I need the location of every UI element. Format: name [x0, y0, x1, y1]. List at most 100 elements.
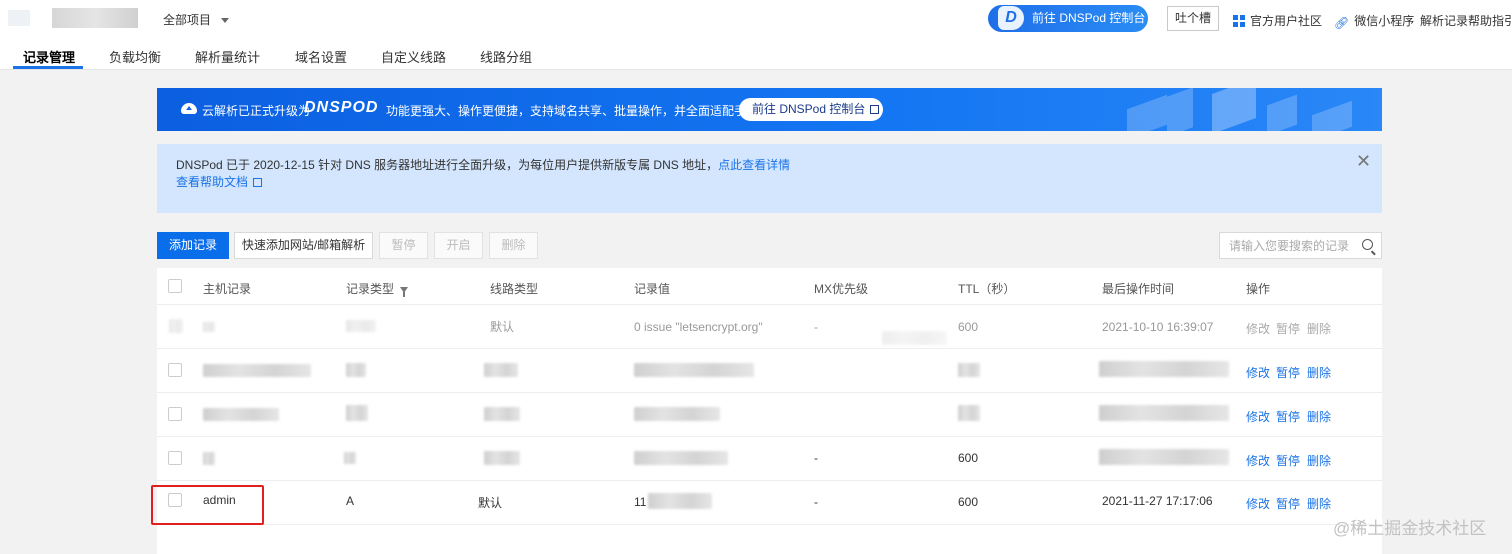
goto-console-label: 前往 DNSPod 控制台 — [1032, 11, 1146, 25]
tab-domain-settings[interactable]: 域名设置 — [295, 47, 347, 66]
notice-detail-link[interactable]: 点此查看详情 — [718, 158, 790, 172]
banner-text: 云解析已正式升级为 — [202, 104, 311, 118]
table-header: 主机记录 记录类型 线路类型 记录值 MX优先级 TTL（秒） 最后操作时间 操… — [157, 268, 1382, 305]
tab-load-balance[interactable]: 负载均衡 — [109, 47, 161, 66]
notice-text-line: DNSPod 已于 2020-12-15 针对 DNS 服务器地址进行全面升级，… — [176, 156, 790, 173]
pause-button[interactable]: 暂停 — [379, 232, 428, 259]
value-cell: 0 issue "letsencrypt.org" — [634, 320, 763, 334]
row-checkbox[interactable] — [168, 407, 182, 421]
upgrade-banner: 云解析已正式升级为 DNSPOD 功能更强大、操作更便捷，支持域名共享、批量操作… — [157, 88, 1382, 131]
mx-cell: - — [814, 495, 818, 509]
tab-line-groups[interactable]: 线路分组 — [480, 47, 532, 66]
header-ops: 操作 — [1246, 282, 1271, 296]
delete-link[interactable]: 删除 — [1307, 408, 1331, 425]
miniprogram-icon: 🔗︎ — [1334, 16, 1350, 30]
help-doc-label: 查看帮助文档 — [176, 175, 249, 189]
header-line: 线路类型 — [490, 282, 539, 296]
cloud-upload-icon — [181, 103, 197, 114]
ttl-cell: 600 — [958, 451, 979, 465]
banner-description: 功能更强大、操作更便捷，支持域名共享、批量操作，并全面适配手机端 — [386, 104, 771, 118]
pause-link[interactable]: 暂停 — [1276, 364, 1300, 381]
delete-link[interactable]: 删除 — [1307, 452, 1331, 469]
header-host: 主机记录 — [203, 282, 252, 296]
tab-custom-lines[interactable]: 自定义线路 — [381, 47, 446, 66]
header-type[interactable]: 记录类型 — [346, 280, 409, 297]
project-selector-label: 全部项目 — [163, 13, 212, 27]
table-row: 修改 暂停 删除 — [157, 393, 1382, 437]
logo — [8, 10, 30, 26]
tab-resolution-stats[interactable]: 解析量统计 — [195, 47, 260, 66]
header-ttl: TTL（秒） — [958, 282, 1016, 296]
delete-link[interactable]: 删除 — [1307, 320, 1331, 337]
line-cell: 默认 — [490, 320, 515, 334]
ttl-cell: 600 — [958, 320, 979, 334]
search-icon[interactable] — [1362, 239, 1373, 250]
table-row: - 600 修改 暂停 删除 — [157, 437, 1382, 481]
highlight-box — [151, 485, 264, 525]
miniprogram-label: 微信小程序 — [1354, 14, 1415, 28]
feedback-button[interactable]: 吐个槽 — [1167, 6, 1219, 31]
header-value: 记录值 — [634, 282, 671, 296]
community-label: 官方用户社区 — [1250, 14, 1323, 28]
row-checkbox[interactable] — [168, 451, 182, 465]
header-type-label: 记录类型 — [346, 282, 395, 296]
pause-link[interactable]: 暂停 — [1276, 408, 1300, 425]
miniprogram-link[interactable]: 🔗︎ 微信小程序 — [1334, 12, 1414, 30]
dnspod-logo-icon: D — [998, 6, 1024, 30]
search-input[interactable] — [1220, 233, 1350, 258]
tab-record-management[interactable]: 记录管理 — [23, 47, 75, 66]
watermark: @稀土掘金技术社区 — [1333, 519, 1487, 538]
table-row: 默认 0 issue "letsencrypt.org" - 600 2021-… — [157, 305, 1382, 349]
help-doc-link[interactable]: 查看帮助文档 — [176, 173, 263, 190]
value-cell: 11 — [634, 495, 647, 509]
edit-link[interactable]: 修改 — [1246, 364, 1270, 381]
top-bar: 全部项目 D 前往 DNSPod 控制台 吐个槽 官方用户社区 🔗︎ 微信小程序 … — [0, 0, 1512, 70]
goto-dnspod-console-button[interactable]: D 前往 DNSPod 控制台 — [988, 5, 1148, 32]
type-cell: A — [346, 494, 355, 508]
record-search — [1219, 232, 1382, 259]
select-all-checkbox[interactable] — [168, 279, 182, 293]
time-cell: 2021-10-10 16:39:07 — [1102, 320, 1214, 334]
header-mx: MX优先级 — [814, 282, 869, 296]
close-icon[interactable]: ✕ — [1356, 152, 1371, 170]
notice-text: DNSPod 已于 2020-12-15 针对 DNS 服务器地址进行全面升级，… — [176, 158, 719, 172]
enable-button[interactable]: 开启 — [434, 232, 483, 259]
edit-link[interactable]: 修改 — [1246, 495, 1270, 512]
quick-add-button[interactable]: 快速添加网站/邮箱解析 — [234, 232, 373, 259]
mx-cell: - — [814, 451, 818, 465]
table-row: admin A 默认 11 - 600 2021-11-27 17:17:06 … — [157, 481, 1382, 525]
external-link-icon — [253, 178, 263, 187]
records-table: 主机记录 记录类型 线路类型 记录值 MX优先级 TTL（秒） 最后操作时间 操… — [157, 268, 1382, 554]
edit-link[interactable]: 修改 — [1246, 320, 1270, 337]
delete-link[interactable]: 删除 — [1307, 364, 1331, 381]
filter-icon[interactable] — [400, 287, 409, 297]
project-selector[interactable]: 全部项目 — [163, 11, 230, 28]
ttl-cell: 600 — [958, 495, 979, 509]
decorative-cubes-illustration — [1107, 88, 1382, 131]
dnspod-brand: DNSPOD — [304, 99, 379, 116]
community-link[interactable]: 官方用户社区 — [1233, 12, 1322, 29]
pause-link[interactable]: 暂停 — [1276, 452, 1300, 469]
header-time: 最后操作时间 — [1102, 282, 1175, 296]
account-name-redacted — [52, 8, 138, 28]
caret-down-icon — [221, 18, 230, 24]
mx-cell: - — [814, 320, 818, 334]
banner-goto-console-button[interactable]: 前往 DNSPod 控制台 — [739, 98, 883, 121]
line-cell: 默认 — [478, 496, 503, 510]
table-row: 修改 暂停 删除 — [157, 349, 1382, 393]
add-record-button[interactable]: 添加记录 — [157, 232, 229, 259]
edit-link[interactable]: 修改 — [1246, 452, 1270, 469]
grid-icon — [1233, 15, 1245, 27]
edit-link[interactable]: 修改 — [1246, 408, 1270, 425]
pause-link[interactable]: 暂停 — [1276, 495, 1300, 512]
pause-link[interactable]: 暂停 — [1276, 320, 1300, 337]
help-guide-link[interactable]: 解析记录帮助指引 | — [1420, 12, 1512, 29]
delete-link[interactable]: 删除 — [1307, 495, 1331, 512]
active-tab-indicator — [13, 66, 83, 69]
external-link-icon — [870, 105, 880, 114]
delete-button[interactable]: 删除 — [489, 232, 538, 259]
dns-upgrade-notice: DNSPod 已于 2020-12-15 针对 DNS 服务器地址进行全面升级，… — [157, 144, 1382, 213]
row-checkbox[interactable] — [168, 363, 182, 377]
time-cell: 2021-11-27 17:17:06 — [1102, 494, 1213, 508]
banner-button-label: 前往 DNSPod 控制台 — [752, 102, 866, 116]
